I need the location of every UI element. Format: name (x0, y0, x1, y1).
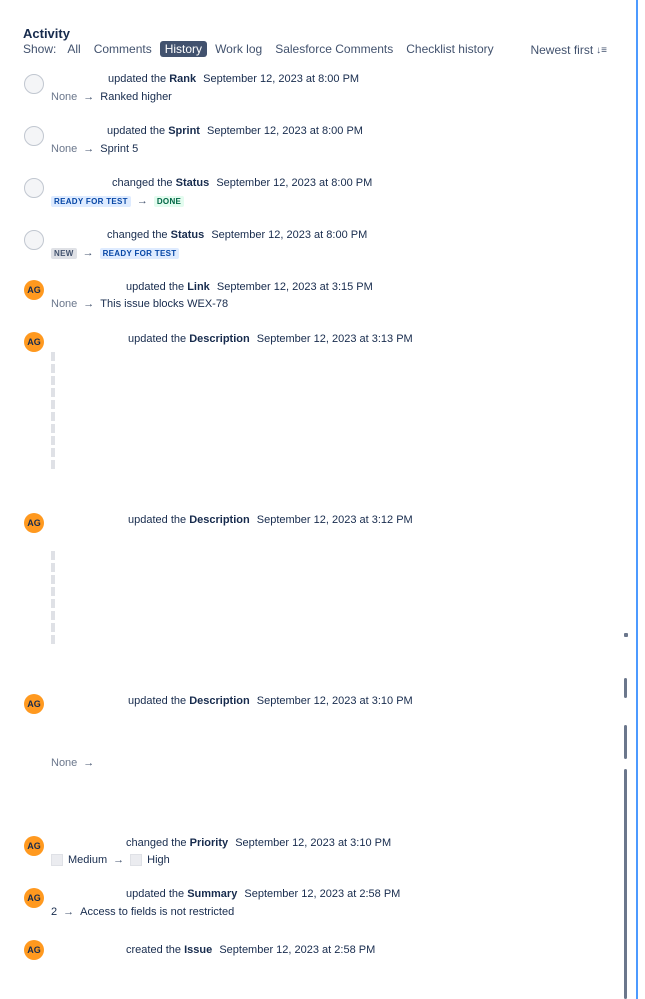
sort-label: Newest first (530, 43, 594, 57)
tab-history[interactable]: History (159, 41, 208, 57)
avatar[interactable] (24, 230, 44, 250)
new-value: Sprint 5 (100, 143, 139, 155)
old-value: Medium (68, 854, 108, 866)
arrow-right-icon: → (63, 906, 75, 918)
entry-field: Description (189, 514, 250, 526)
show-label: Show: (23, 42, 57, 56)
entry-timestamp: September 12, 2023 at 8:00 PM (203, 73, 360, 85)
entry-field: Link (187, 281, 210, 293)
entry-action: updated the (128, 514, 187, 526)
tab-all[interactable]: All (62, 41, 85, 57)
old-value: 2 (51, 906, 58, 918)
arrow-right-icon: → (82, 247, 94, 259)
entry-action: updated the (128, 695, 187, 707)
activity-filter-bar: Show: All Comments History Work log Sale… (23, 41, 502, 57)
entry-field: Status (175, 177, 210, 189)
tab-comments[interactable]: Comments (89, 41, 157, 57)
old-value: None (51, 143, 78, 155)
new-value: Ranked higher (100, 91, 172, 103)
avatar[interactable]: AG (24, 332, 44, 352)
status-lozenge: NEW (51, 247, 77, 259)
avatar[interactable] (24, 74, 44, 94)
status-lozenge: READY FOR TEST (99, 247, 180, 259)
arrow-right-icon: → (83, 298, 95, 310)
arrow-right-icon: → (83, 143, 95, 155)
status-lozenge: DONE (153, 195, 185, 207)
panel-edge (636, 0, 638, 999)
entry-timestamp: September 12, 2023 at 3:12 PM (256, 514, 413, 526)
status-lozenge: READY FOR TEST (51, 195, 131, 207)
new-value: This issue blocks WEX-78 (100, 298, 229, 310)
activity-heading: Activity (23, 26, 70, 41)
entry-field: Status (170, 229, 205, 241)
entry-field: Priority (189, 837, 229, 849)
entry-action: updated the (107, 125, 166, 137)
entry-field: Summary (187, 888, 238, 900)
entry-action: updated the (128, 333, 187, 345)
entry-field: Description (189, 333, 250, 345)
entry-field: Issue (184, 944, 213, 956)
priority-high-icon (130, 854, 143, 866)
entry-field: Description (189, 695, 250, 707)
avatar[interactable]: AG (24, 836, 44, 856)
tab-salesforce-comments[interactable]: Salesforce Comments (270, 41, 398, 57)
entry-timestamp: September 12, 2023 at 3:10 PM (256, 695, 413, 707)
scrollbar-thumb[interactable] (624, 769, 627, 999)
entry-action: updated the (108, 73, 167, 85)
entry-field: Rank (169, 73, 197, 85)
tab-work-log[interactable]: Work log (210, 41, 267, 57)
sort-toggle[interactable]: Newest first ↓≡ (530, 43, 607, 57)
old-value: None (51, 91, 78, 103)
entry-timestamp: September 12, 2023 at 8:00 PM (211, 229, 368, 241)
scrollbar-segment[interactable] (624, 678, 627, 698)
avatar[interactable]: AG (24, 280, 44, 300)
entry-timestamp: September 12, 2023 at 8:00 PM (207, 125, 363, 137)
entry-action: changed the (112, 177, 173, 189)
entry-timestamp: September 12, 2023 at 2:58 PM (244, 888, 401, 900)
entry-action: updated the (126, 888, 185, 900)
entry-field: Sprint (168, 125, 200, 137)
arrow-right-icon: → (113, 854, 125, 866)
avatar[interactable] (24, 126, 44, 146)
description-diff-redacted (51, 352, 61, 472)
entry-timestamp: September 12, 2023 at 3:15 PM (216, 281, 373, 293)
entry-timestamp: September 12, 2023 at 3:13 PM (256, 333, 413, 345)
avatar[interactable]: AG (24, 694, 44, 714)
scrollbar-segment[interactable] (624, 725, 627, 759)
avatar[interactable]: AG (24, 513, 44, 533)
scroll-marker (624, 633, 628, 637)
entry-action: created the (126, 944, 182, 956)
new-value: High (147, 854, 170, 866)
new-value: Access to fields is not restricted (80, 906, 235, 918)
entry-timestamp: September 12, 2023 at 2:58 PM (219, 944, 376, 956)
tab-checklist-history[interactable]: Checklist history (401, 41, 498, 57)
arrow-right-icon: → (136, 195, 148, 207)
arrow-right-icon: → (83, 757, 95, 769)
entry-timestamp: September 12, 2023 at 8:00 PM (216, 177, 373, 189)
entry-action: updated the (126, 281, 185, 293)
entry-action: changed the (126, 837, 187, 849)
priority-medium-icon (51, 854, 63, 866)
sort-descending-icon: ↓≡ (596, 44, 607, 56)
old-value: None (51, 298, 78, 310)
old-value: None (51, 757, 78, 769)
avatar[interactable]: AG (24, 888, 44, 908)
arrow-right-icon: → (83, 91, 95, 103)
avatar[interactable] (24, 178, 44, 198)
avatar[interactable]: AG (24, 940, 44, 960)
entry-timestamp: September 12, 2023 at 3:10 PM (235, 837, 392, 849)
entry-action: changed the (107, 229, 168, 241)
description-diff-redacted (51, 551, 61, 647)
